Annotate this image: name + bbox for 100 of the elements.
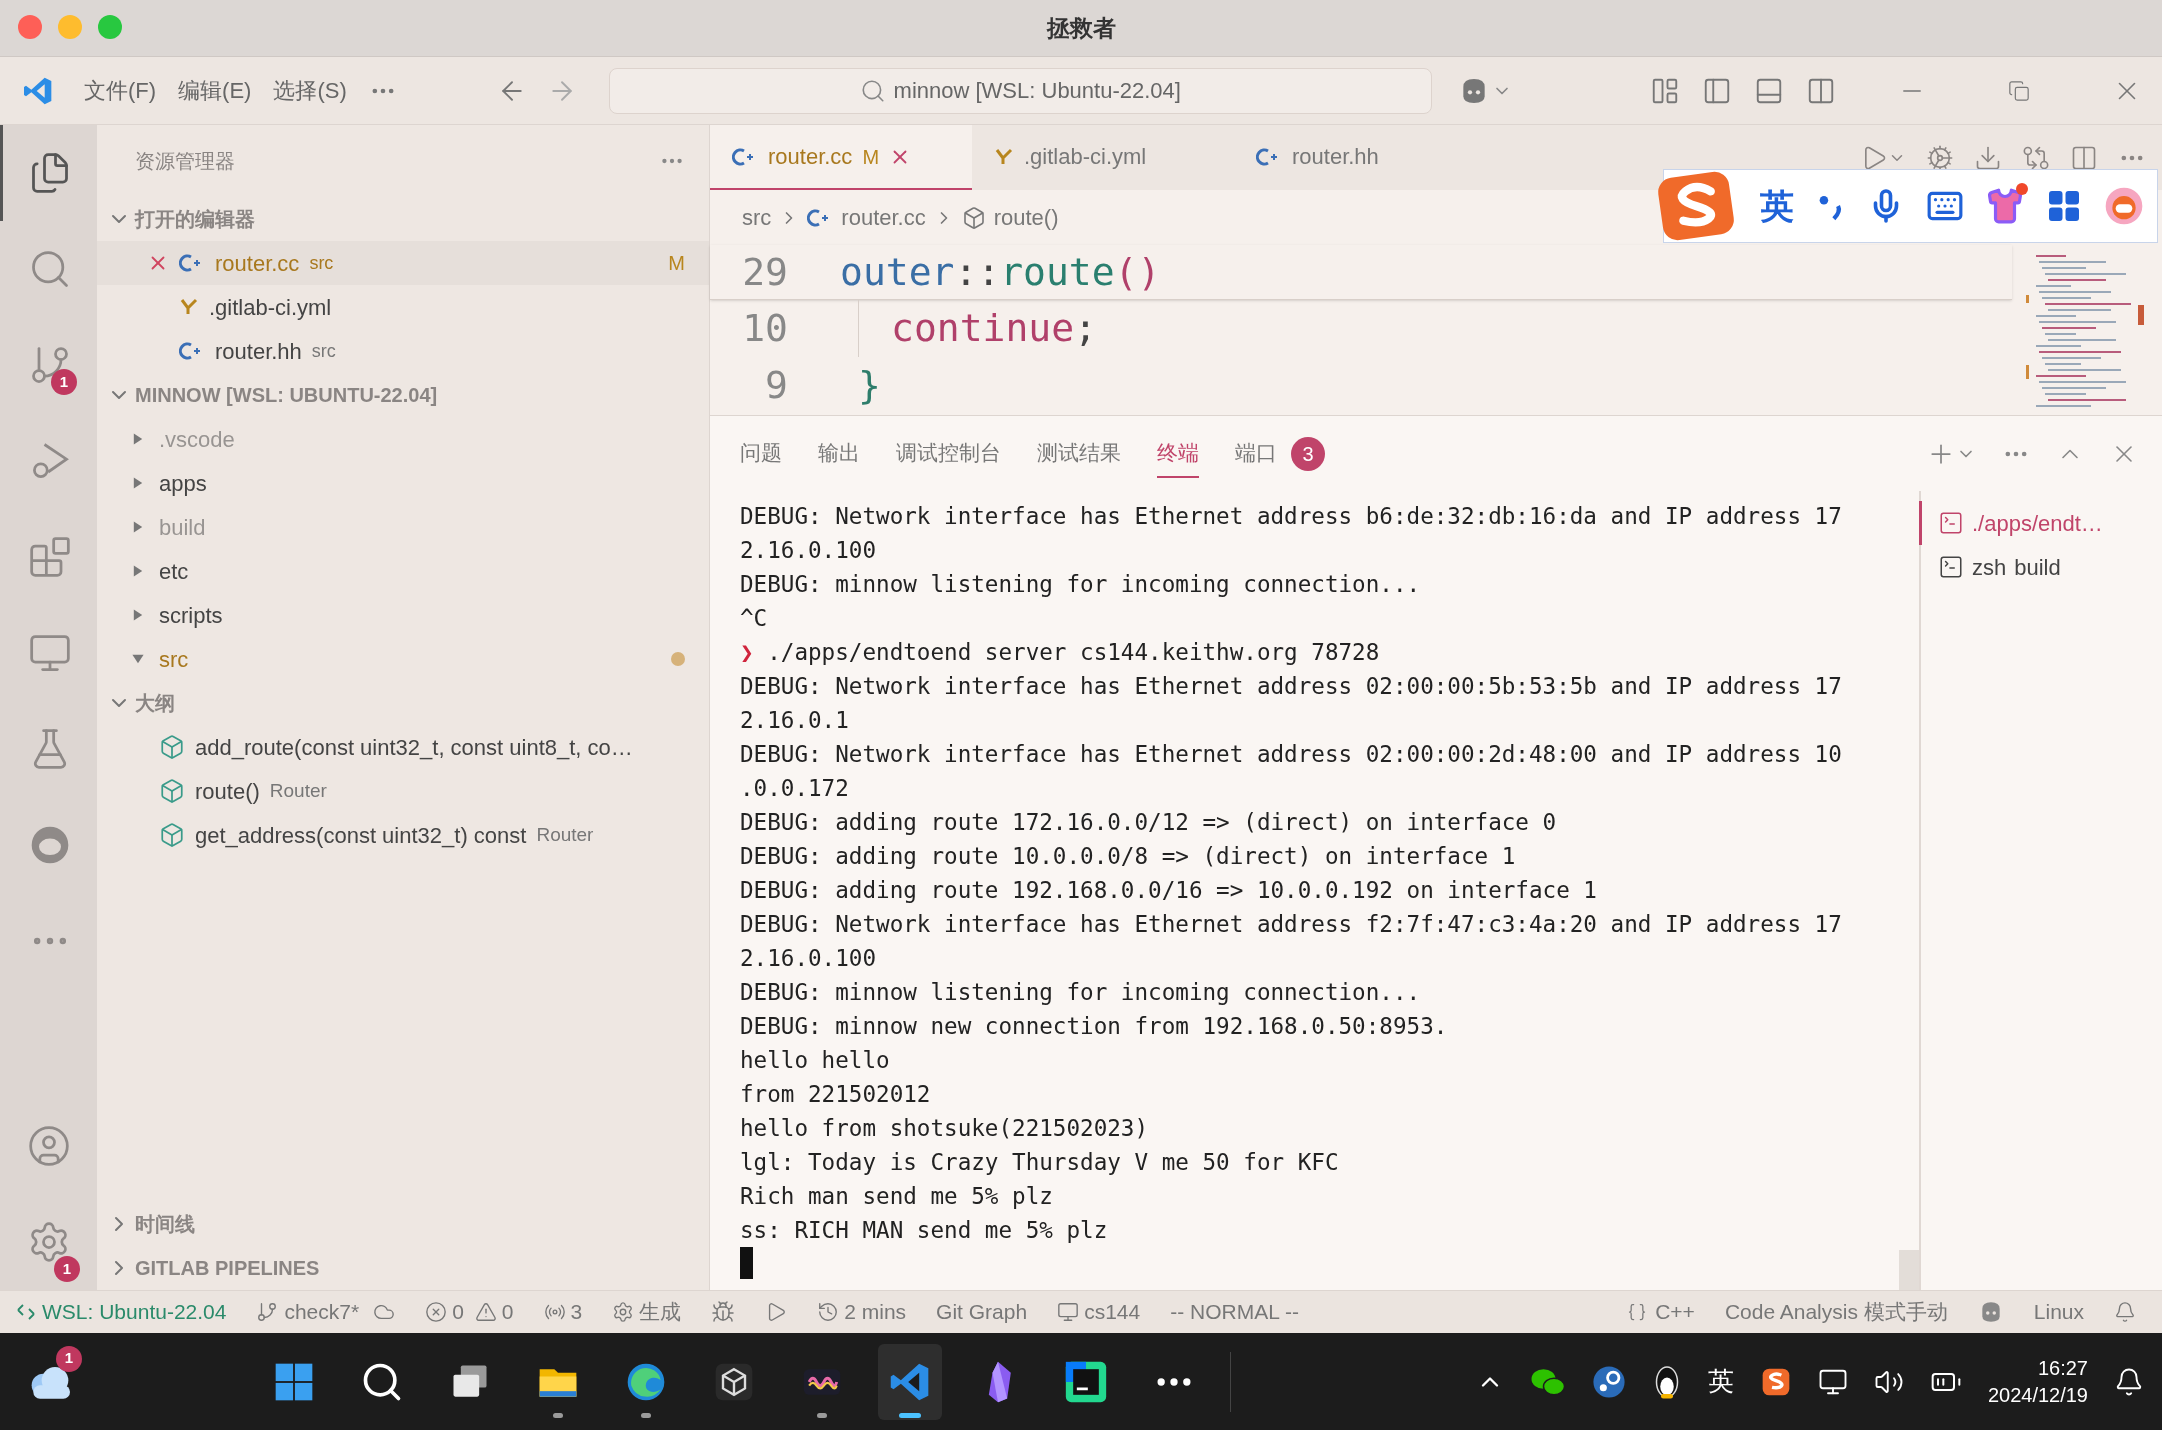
terminal-line: DEBUG: adding route 10.0.0.0/8 => (direct) on interface 1 xyxy=(740,842,1516,871)
notification-badge: 1 xyxy=(51,369,77,395)
open-editor-item[interactable]: router.hh src xyxy=(97,329,709,373)
account-icon[interactable] xyxy=(26,1124,71,1168)
panel-tab[interactable]: 问题 xyxy=(740,428,782,479)
panel-tab[interactable]: 测试结果 xyxy=(1037,428,1121,479)
ide-app-icon[interactable] xyxy=(1064,1359,1108,1404)
command-center-search[interactable]: minnow [WSL: Ubuntu-22.04] xyxy=(608,67,1432,114)
folder-name: etc xyxy=(159,557,189,586)
analysis-status[interactable]: Code Analysis 模式手动 xyxy=(1724,1296,1948,1328)
terminal-line: 2.16.0.1 xyxy=(740,706,849,735)
section-header[interactable]: 时间线 xyxy=(135,1209,195,1239)
panel-tab[interactable]: 终端 xyxy=(1157,428,1199,479)
editor-tab[interactable]: .gitlab-ci.yml xyxy=(972,125,1234,190)
window-title: 拯救者 xyxy=(1046,13,1116,43)
terminal-line: hello hello xyxy=(740,1046,890,1075)
menu-item[interactable]: 选择(S) xyxy=(273,74,347,107)
build-status[interactable]: 生成 xyxy=(612,1296,682,1328)
section-header[interactable]: 打开的编辑器 xyxy=(135,204,255,234)
input-language: 英 xyxy=(1707,1365,1734,1398)
file-name: router.hh xyxy=(215,337,302,366)
remote-icon xyxy=(16,1302,36,1322)
line-number: 10 xyxy=(741,305,789,352)
terminal-line: DEBUG: adding route 192.168.0.0/16 => 10.0.0.192 on interface 1 xyxy=(740,876,1597,905)
editor-tab[interactable]: router.cc M xyxy=(710,125,972,190)
clock[interactable]: 16:27 2024/12/19 xyxy=(1987,1354,2088,1409)
panel-tab[interactable]: 端口 xyxy=(1235,428,1277,479)
outline-item[interactable]: get_address(const uint32_t) const Router xyxy=(97,813,709,857)
section-header[interactable]: 大纲 xyxy=(135,688,175,718)
grid-icon[interactable] xyxy=(2046,188,2082,224)
time-status[interactable]: 2 mins xyxy=(817,1296,907,1328)
branch-icon xyxy=(256,1301,279,1323)
open-editor-item[interactable]: router.cc src M xyxy=(97,241,709,285)
problems-status[interactable]: 0 0 xyxy=(425,1296,514,1328)
terminal-line: 2.16.0.100 xyxy=(740,944,877,973)
terminal-line: ^C xyxy=(740,604,768,633)
line-number: 29 xyxy=(741,248,789,296)
session-detail: build xyxy=(2014,553,2061,582)
folder-item[interactable]: src xyxy=(97,637,709,681)
folder-name: src xyxy=(159,645,189,674)
file-folder-label: src xyxy=(309,251,334,275)
input-language: 英 xyxy=(1760,185,1794,227)
outline-item[interactable]: route() Router xyxy=(97,769,709,813)
terminal-line: DEBUG: minnow new connection from 192.168.0.50:8953. xyxy=(740,1012,1448,1041)
restore-icon[interactable] xyxy=(2008,79,2030,102)
target-status[interactable]: cs144 xyxy=(1057,1296,1141,1328)
section-header[interactable]: MINNOW [WSL: UBUNTU-22.04] xyxy=(135,380,438,410)
branch-status[interactable]: check7* xyxy=(256,1296,396,1328)
extensions-icon[interactable] xyxy=(28,535,72,579)
folder-name: build xyxy=(159,513,206,542)
menu-item[interactable]: 文件(F) xyxy=(84,74,157,107)
git-graph-link[interactable]: Git Graph xyxy=(936,1296,1028,1328)
notification-icon[interactable] xyxy=(2114,1366,2144,1397)
modified-label: M xyxy=(862,144,880,170)
debug-icon[interactable] xyxy=(711,1300,736,1324)
notification-badge: 1 xyxy=(56,1345,82,1372)
gear-icon[interactable] xyxy=(1926,143,1954,172)
open-editor-item[interactable]: .gitlab-ci.yml xyxy=(97,285,709,329)
symbol-detail: Router xyxy=(536,822,594,847)
monitor-icon xyxy=(1057,1301,1080,1323)
code-line: } xyxy=(857,362,881,409)
outline-item[interactable]: add_route(const uint32_t, const uint8_t, co… xyxy=(97,725,709,769)
os-status[interactable]: Linux xyxy=(2033,1296,2084,1328)
cube-icon xyxy=(961,205,986,230)
tab-title: router.cc xyxy=(768,143,853,171)
terminal-line: lgl: Today is Crazy Thursday V me 50 for KFC xyxy=(740,1148,1339,1177)
tab-title: router.hh xyxy=(1292,143,1379,171)
remote-indicator[interactable]: WSL: Ubuntu-22.04 xyxy=(16,1296,227,1328)
terminal-session[interactable]: zsh build xyxy=(1919,545,2162,589)
breadcrumb[interactable]: route() xyxy=(993,201,1059,234)
folder-item[interactable]: etc xyxy=(97,549,709,593)
terminal-line: DEBUG: Network interface has Ethernet address f2:7f:47:c3:4a:20 and IP address 17 xyxy=(740,910,1842,939)
ports-status[interactable]: 3 xyxy=(543,1296,583,1328)
terminal-line: DEBUG: adding route 172.16.0.0/12 => (direct) on interface 0 xyxy=(740,808,1557,837)
terminal-icon xyxy=(1938,554,1964,580)
mascot-icon[interactable] xyxy=(2104,186,2144,226)
terminal-line: from 221502012 xyxy=(740,1080,931,1109)
terminal-line: ss: RICH MAN send me 5% plz xyxy=(740,1216,1108,1245)
panel-tab[interactable]: 输出 xyxy=(818,428,860,479)
editor-tab[interactable]: router.hh xyxy=(1234,125,1496,190)
breadcrumb[interactable]: router.cc xyxy=(841,201,926,234)
breadcrumb[interactable]: src xyxy=(742,201,772,234)
menu-item[interactable]: 编辑(E) xyxy=(178,74,252,107)
folder-item[interactable]: apps xyxy=(97,461,709,505)
workspace-name: minnow [WSL: Ubuntu-22.04] xyxy=(893,77,1181,105)
symbol-name: add_route(const uint32_t, const uint8_t, co… xyxy=(195,733,633,762)
folder-item[interactable]: build xyxy=(97,505,709,549)
folder-item[interactable]: .vscode xyxy=(97,417,709,461)
terminal-line: Rich man send me 5% plz xyxy=(740,1182,1053,1211)
folder-item[interactable]: scripts xyxy=(97,593,709,637)
shirt-icon[interactable] xyxy=(1986,187,2024,225)
terminal-session[interactable]: ./apps/endt… xyxy=(1919,501,2162,545)
panel-tab[interactable]: 调试控制台 xyxy=(896,428,1001,479)
folder-name: .vscode xyxy=(159,425,235,454)
terminal-line: hello from shotsuke(221502023) xyxy=(740,1114,1149,1143)
code-line: continue; xyxy=(890,305,1097,352)
section-header[interactable]: GITLAB PIPELINES xyxy=(135,1253,320,1283)
steam-icon[interactable] xyxy=(1591,1364,1626,1399)
terminal-line: DEBUG: Network interface has Ethernet address b6:de:32:db:16:da and IP address 17 xyxy=(740,502,1842,531)
language-status[interactable]: C++ xyxy=(1627,1296,1695,1328)
